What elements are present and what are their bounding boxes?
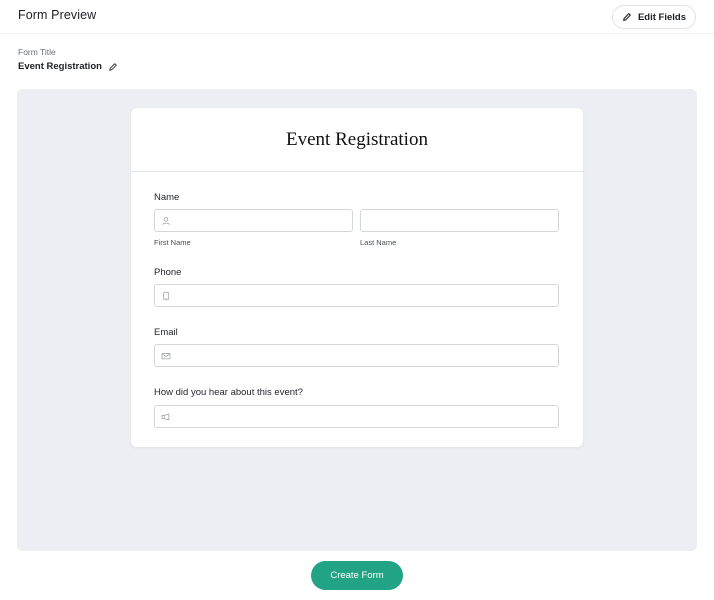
page-title: Form Preview <box>18 8 97 22</box>
top-bar: Form Preview Edit Fields <box>0 0 714 34</box>
phone-icon <box>161 291 171 301</box>
form-card: Event Registration Name First Name Last … <box>131 108 583 447</box>
first-name-input[interactable] <box>154 209 353 232</box>
first-name-sublabel: First Name <box>154 238 191 247</box>
megaphone-icon <box>161 412 171 422</box>
source-label: How did you hear about this event? <box>154 387 303 398</box>
pencil-icon <box>622 12 632 22</box>
form-card-title: Event Registration <box>286 128 428 150</box>
last-name-sublabel: Last Name <box>360 238 397 247</box>
form-title-label: Form Title <box>18 47 56 57</box>
source-input[interactable] <box>154 405 559 428</box>
phone-input[interactable] <box>154 284 559 307</box>
form-card-header: Event Registration <box>131 108 583 172</box>
pencil-icon[interactable] <box>108 62 118 72</box>
email-input[interactable] <box>154 344 559 367</box>
last-name-input[interactable] <box>360 209 559 232</box>
create-form-button[interactable]: Create Form <box>311 561 403 590</box>
user-icon <box>161 216 171 226</box>
mail-icon <box>161 351 171 361</box>
edit-fields-button[interactable]: Edit Fields <box>612 5 696 29</box>
form-title-text: Event Registration <box>18 61 102 72</box>
name-label: Name <box>154 192 180 203</box>
phone-label: Phone <box>154 267 182 278</box>
edit-fields-label: Edit Fields <box>637 11 687 23</box>
email-label: Email <box>154 327 178 338</box>
form-title-value: Event Registration <box>18 61 118 72</box>
